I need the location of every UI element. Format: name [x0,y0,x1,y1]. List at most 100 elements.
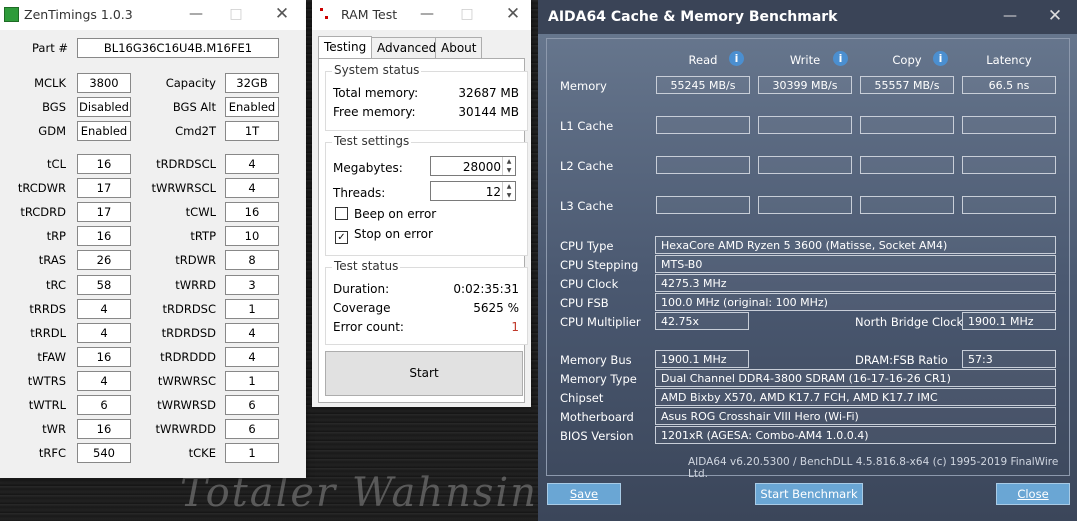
l1-cache-latency-value [962,116,1056,134]
cpu-stepping-label: CPU Stepping [560,258,639,272]
zen-label-mclk: MCLK [34,76,66,90]
zentimings-titlebar: ZenTimings 1.0.3 — □ ✕ [0,0,306,30]
zen-field-cmd2t: 1T [225,121,279,141]
total-memory-label: Total memory: [333,86,419,100]
part-number-label: Part # [32,41,68,55]
start-button[interactable]: Start [325,351,523,396]
cpu-multiplier-label: CPU Multiplier [560,315,641,329]
zen-field-tcl: 16 [77,154,131,174]
tab-advanced[interactable]: Advanced [371,37,443,59]
stop-on-error-checkbox[interactable]: ✓ Stop on error [335,227,433,244]
system-status-group: System status Total memory: 32687 MB Free… [325,63,528,131]
zen-label-tcke: tCKE [188,446,216,461]
zen-label-trcdrd: tRCDRD [20,205,66,220]
zen-field-gdm: Enabled [77,121,131,141]
copy-info-icon[interactable]: i [933,51,948,66]
zen-field-trrdl: 4 [77,322,131,343]
zen-field-trcdrd: 17 [77,202,131,223]
aida64-titlebar: AIDA64 Cache & Memory Benchmark — ✕ [538,0,1077,34]
l3-cache-copy-value [860,196,954,214]
zen-field-mclk: 3800 [77,73,131,93]
minimize-icon[interactable]: — [990,0,1030,32]
close-icon[interactable]: ✕ [262,0,302,28]
close-icon[interactable]: ✕ [1035,0,1075,32]
latency-header: Latency [986,53,1032,67]
duration-label: Duration: [333,282,390,296]
zen-label-trdwr: tRDWR [175,253,216,268]
ramtest-titlebar: RAM Test — □ ✕ [312,0,531,30]
chipset-value: AMD Bixby X570, AMD K17.7 FCH, AMD K17.7… [655,388,1056,406]
l2-cache-row-label: L2 Cache [560,159,614,173]
system-status-title: System status [332,63,422,77]
total-memory-value: 32687 MB [458,86,519,100]
duration-value: 0:02:35:31 [453,282,519,296]
threads-label: Threads: [333,186,386,200]
zen-label-twrwrscl: tWRWRSCL [151,181,216,196]
cpu-clock-label: CPU Clock [560,277,619,291]
zen-label-gdm: GDM [38,124,66,138]
zen-field-trp: 16 [77,226,131,247]
test-status-title: Test status [332,259,401,273]
l3-cache-write-value [758,196,852,214]
l1-cache-row-label: L1 Cache [560,119,614,133]
zen-label-trrdl: tRRDL [30,325,66,340]
minimize-icon[interactable]: — [407,0,447,28]
cpu-clock-value: 4275.3 MHz [655,274,1056,292]
aida64-title: AIDA64 Cache & Memory Benchmark [548,9,838,25]
dram-fsb-value: 57:3 [962,350,1056,368]
beep-on-error-checkbox[interactable]: Beep on error [335,207,436,221]
zen-label-trp: tRP [46,229,66,244]
memory-type-value: Dual Channel DDR4-3800 SDRAM (16-17-16-2… [655,369,1056,387]
save-button[interactable]: Save [547,483,621,505]
bios-version-label: BIOS Version [560,429,634,443]
test-settings-group: Test settings Megabytes: 28000 ▲ ▼ Threads… [325,134,528,256]
tab-about[interactable]: About [435,37,483,59]
zen-field-twrwrscl: 4 [225,178,279,199]
cpu-type-value: HexaCore AMD Ryzen 5 3600 (Matisse, Sock… [655,236,1056,254]
ramtest-tabs: Testing Advanced About [318,36,525,60]
zen-field-bgs: Disabled [77,97,131,117]
zen-label-twrwrsc: tWRWRSC [157,373,216,388]
close-button[interactable]: Close [996,483,1070,505]
memory-latency-value: 66.5 ns [962,76,1056,94]
minimize-icon[interactable]: — [176,0,216,28]
zen-label-twrrd: tWRRD [175,277,216,292]
zen-label-tras: tRAS [38,253,66,268]
read-info-icon[interactable]: i [729,51,744,66]
part-number-value: BL16G36C16U4B.M16FE1 [77,38,279,58]
maximize-icon: □ [460,6,474,22]
zen-label-capacity: Capacity [165,76,216,90]
cpu-multiplier-value: 42.75x [655,312,749,330]
close-icon[interactable]: ✕ [493,0,533,28]
zen-label-twtrl: tWTRL [28,398,66,412]
test-status-group: Test status Duration: 0:02:35:31 Coverage… [325,259,528,345]
free-memory-label: Free memory: [333,105,416,119]
zen-label-tfaw: tFAW [37,349,66,364]
write-info-icon[interactable]: i [833,51,848,66]
memory-bus-value: 1900.1 MHz [655,350,749,368]
threads-input[interactable]: 12 ▲ ▼ [430,181,516,201]
checkbox-unchecked-icon[interactable] [335,207,348,220]
zentimings-app-icon [4,7,19,22]
zen-label-trtp: tRTP [190,229,216,244]
zen-label-trfc: tRFC [38,446,66,461]
zen-label-trdrddd: tRDRDDD [160,349,216,364]
megabytes-value: 28000 [462,160,501,174]
checkbox-checked-icon[interactable]: ✓ [335,231,348,244]
start-benchmark-button[interactable]: Start Benchmark [755,483,863,505]
zen-field-trcdwr: 17 [77,178,131,199]
megabytes-input[interactable]: 28000 ▲ ▼ [430,156,516,176]
tab-testing[interactable]: Testing [318,36,373,60]
memory-copy-value: 55557 MB/s [860,76,954,94]
zen-label-trdrdscl: tRDRDSCL [156,157,216,171]
megabytes-label: Megabytes: [333,161,403,175]
l3-cache-read-value [656,196,750,214]
zen-field-tfaw: 16 [77,346,131,367]
zen-field-trc: 58 [77,274,131,295]
zen-label-tcwl: tCWL [185,205,216,220]
spinner-arrows-icon[interactable]: ▲ ▼ [502,182,515,200]
l2-cache-write-value [758,156,852,174]
zen-field-twtrl: 6 [77,395,131,415]
coverage-label: Coverage [333,301,391,315]
spinner-arrows-icon[interactable]: ▲ ▼ [502,157,515,175]
